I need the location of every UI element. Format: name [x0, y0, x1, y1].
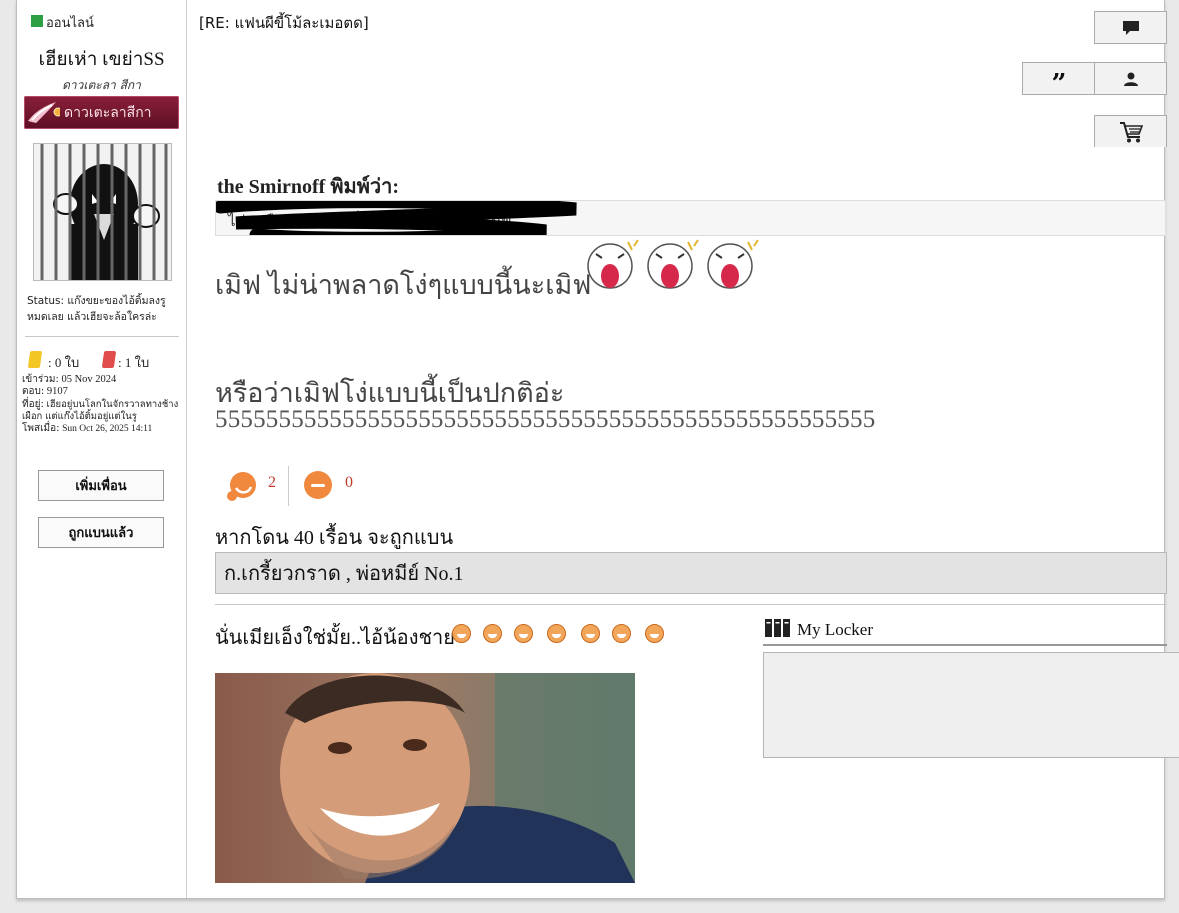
ban-warning: หากโดน 40 เรื้อน จะถูกแบน — [215, 527, 454, 549]
cart-icon — [1119, 121, 1143, 142]
rank-flame-icon — [28, 102, 60, 123]
rank-badge: ดาวเตะลาสีกา — [24, 96, 179, 129]
grin-smiley-icon — [612, 624, 631, 643]
locker-title: My Locker — [797, 620, 874, 639]
post-line-1: เมิฟ ไม่น่าพลาดโง่ๆแบบนี้นะเมิฟ — [215, 270, 592, 300]
posts-value: 9107 — [46, 386, 68, 398]
posts-label: ตอบ: — [22, 386, 45, 398]
user-tag-box: ก.เกรี้ยวกราด , พ่อหมีย์ No.1 — [215, 552, 1167, 594]
signature-photo — [215, 673, 635, 883]
quote-button[interactable]: ” — [1022, 62, 1095, 99]
avatar-jail-image — [34, 144, 171, 280]
grin-smiley-icon — [581, 624, 600, 643]
user-avatar[interactable] — [33, 143, 172, 281]
location-label: ที่อยู่: — [22, 398, 44, 410]
user-sidebar: ออนไลน์ เฮียเห่า เขย่าSS ดาวเตะลา สีกา ด… — [17, 0, 187, 898]
posted-label: โพสเมื่อ: — [22, 423, 60, 435]
rank-badge-label: ดาวเตะลาสีกา — [64, 105, 152, 121]
signature-photo-image — [215, 673, 635, 883]
red-card-count: : 1 ใบ — [118, 355, 150, 370]
profile-button[interactable] — [1094, 62, 1167, 95]
grin-smiley-icon — [452, 624, 471, 643]
quote-author: the Smirnoff พิมพ์ว่า: — [217, 176, 399, 198]
comment-icon — [1122, 20, 1139, 35]
user-icon — [1123, 72, 1138, 86]
joined-label: เข้าร่วม: — [22, 374, 59, 385]
annoyed-reaction-icon — [304, 471, 332, 499]
sidebar-divider — [25, 336, 179, 337]
dislike-reaction-button[interactable] — [302, 469, 334, 501]
user-title: ดาวเตะลา สีกา — [62, 78, 141, 92]
user-info: เข้าร่วม: 05 Nov 2024 ตอบ: 9107 ที่อยู่:… — [22, 374, 187, 435]
redaction-scribble — [216, 201, 577, 235]
grin-smiley-icon — [483, 624, 502, 643]
crying-cat-icon — [587, 239, 639, 289]
online-status-label: ออนไลน์ — [46, 16, 94, 31]
post-subject: [RE: แฟนผีขี้โม้ละเมอตด] — [199, 14, 369, 32]
signature-text: นั่นเมียเอ็งใช่มั้ย..ไอ้น้องชาย — [215, 627, 455, 649]
comment-button[interactable] — [1094, 11, 1167, 44]
cart-button[interactable] — [1094, 115, 1167, 147]
signature-divider — [215, 604, 1167, 605]
add-friend-button[interactable]: เพิ่มเพื่อน — [38, 470, 164, 501]
locker-icon — [765, 619, 790, 637]
locker-underline — [763, 644, 1167, 646]
reaction-divider — [288, 466, 289, 506]
dislike-count: 0 — [345, 474, 353, 491]
location-value: เฮียอยู่บนโลกในจักรวาลทางช้างเผือก แต่แก… — [22, 398, 179, 422]
yellow-card-icon — [27, 351, 43, 368]
red-card-icon — [101, 351, 117, 368]
user-status: Status: แก๊งขยะของไอ้ติ้มลงรูหมดเลย แล้ว… — [27, 295, 166, 323]
laugh-reaction-icon — [227, 472, 256, 501]
posted-value: Sun Oct 26, 2025 14:11 — [62, 424, 153, 435]
crying-cat-icon — [707, 239, 759, 289]
yellow-card-count: : 0 ใบ — [48, 355, 80, 370]
crying-cat-icon — [647, 239, 699, 289]
username-link[interactable]: เฮียเห่า เขย่าSS — [17, 44, 186, 74]
online-status-indicator — [31, 15, 43, 27]
post-frame: ออนไลน์ เฮียเห่า เขย่าSS ดาวเตะลา สีกา ด… — [16, 0, 1179, 899]
like-count: 2 — [268, 474, 276, 491]
like-reaction-button[interactable] — [224, 468, 260, 504]
grin-smiley-icon — [645, 624, 664, 643]
quote-icon: ” — [1051, 68, 1067, 99]
joined-value: 05 Nov 2024 — [61, 374, 117, 385]
banned-button[interactable]: ถูกแบนแล้ว — [38, 517, 164, 548]
post-line-3: 5555555555555555555555555555555555555555… — [215, 406, 876, 433]
grin-smiley-icon — [514, 624, 533, 643]
grin-smiley-icon — [547, 624, 566, 643]
post-content: [RE: แฟนผีขี้โม้ละเมอตด] ” the Smirnoff … — [199, 0, 1179, 898]
quote-box: ไม่ เหมือนเดิมเลย เพิ่มฟ ก็ ได้ไม่ ตอบ ม… — [215, 200, 1166, 236]
locker-box — [763, 652, 1179, 758]
